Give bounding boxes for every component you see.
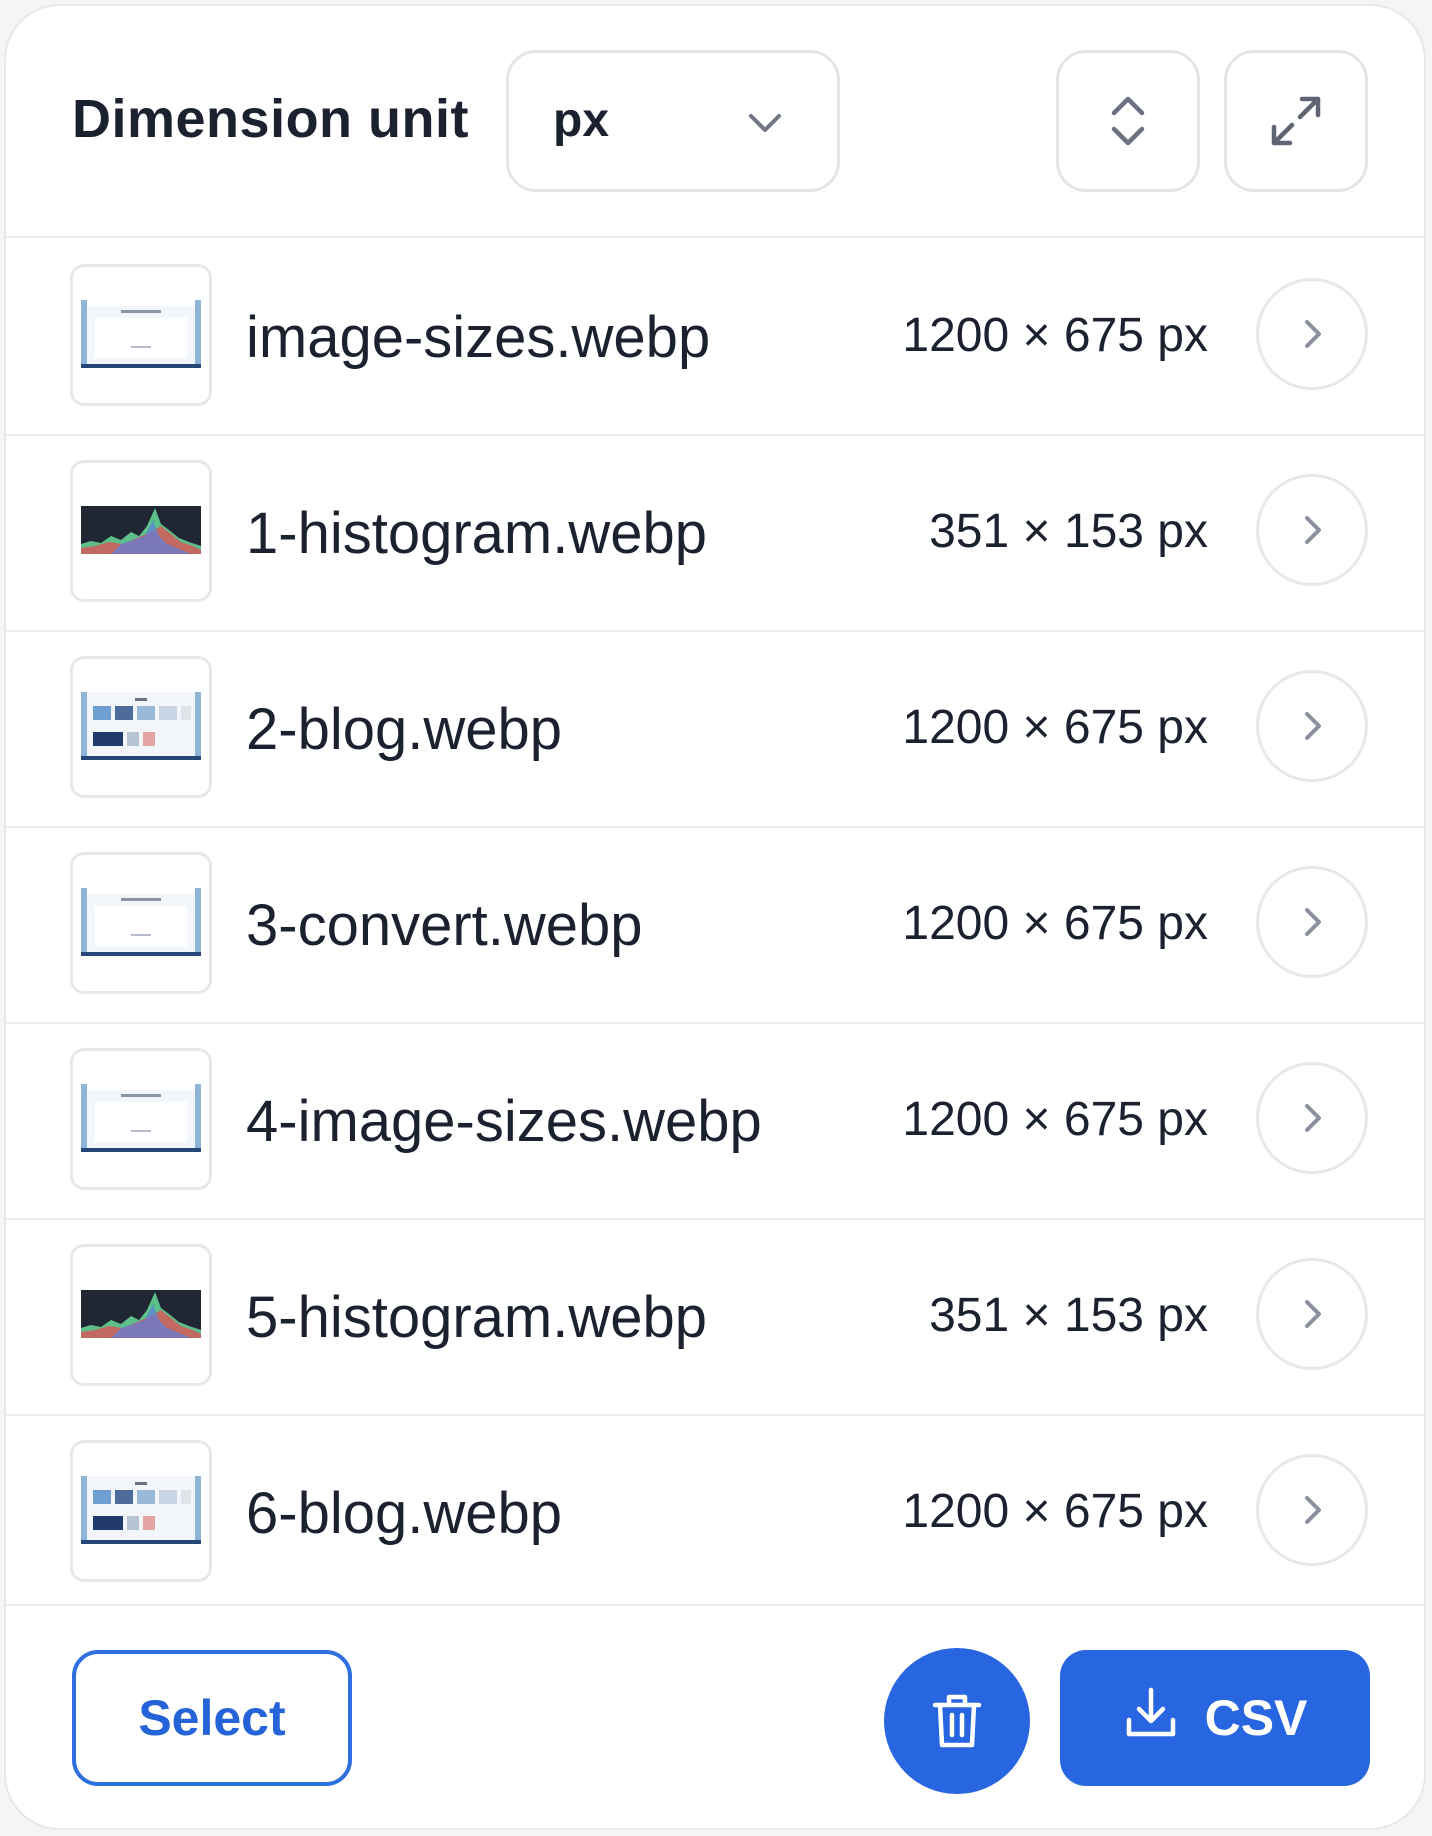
file-row[interactable]: image-sizes.webp 1200 × 675 px — [6, 238, 1424, 436]
dimension-unit-select[interactable]: px — [506, 50, 840, 192]
file-dimensions: 351 × 153 px — [929, 505, 1208, 558]
file-name: image-sizes.webp — [246, 305, 711, 370]
file-name: 1-histogram.webp — [246, 501, 707, 566]
file-thumbnail — [70, 264, 212, 406]
expand-button[interactable] — [1224, 50, 1368, 192]
download-icon — [1123, 1684, 1179, 1752]
csv-label: CSV — [1204, 1690, 1308, 1746]
file-name: 4-image-sizes.webp — [246, 1089, 762, 1154]
file-dimensions: 1200 × 675 px — [902, 1093, 1208, 1146]
file-row[interactable]: 6-blog.webp 1200 × 675 px — [6, 1414, 1424, 1612]
open-file-button[interactable] — [1256, 278, 1368, 390]
dimension-unit-label: Dimension unit — [72, 89, 469, 149]
open-file-button[interactable] — [1256, 1062, 1368, 1174]
open-file-button[interactable] — [1256, 670, 1368, 782]
file-row[interactable]: 4-image-sizes.webp 1200 × 675 px — [6, 1022, 1424, 1220]
select-button[interactable]: Select — [72, 1650, 352, 1786]
file-row[interactable]: 1-histogram.webp 351 × 153 px — [6, 434, 1424, 632]
file-name: 3-convert.webp — [246, 893, 643, 958]
dimension-unit-value: px — [553, 94, 610, 147]
open-file-button[interactable] — [1256, 1258, 1368, 1370]
file-row[interactable]: 2-blog.webp 1200 × 675 px — [6, 630, 1424, 828]
file-dimensions: 1200 × 675 px — [902, 897, 1208, 950]
file-thumbnail — [70, 852, 212, 994]
sort-button[interactable] — [1056, 50, 1200, 192]
file-dimensions: 1200 × 675 px — [902, 309, 1208, 362]
file-thumbnail — [70, 1440, 212, 1582]
open-file-button[interactable] — [1256, 1454, 1368, 1566]
image-dimensions-panel: Dimension unit px image-sizes.webp 1200 ×… — [4, 4, 1426, 1830]
file-row[interactable]: 3-convert.webp 1200 × 675 px — [6, 826, 1424, 1024]
open-file-button[interactable] — [1256, 474, 1368, 586]
open-file-button[interactable] — [1256, 866, 1368, 978]
file-row[interactable]: 5-histogram.webp 351 × 153 px — [6, 1218, 1424, 1416]
download-csv-button[interactable]: CSV — [1060, 1650, 1370, 1786]
file-name: 6-blog.webp — [246, 1481, 562, 1546]
panel-footer: Select CSV — [6, 1604, 1424, 1828]
file-name: 2-blog.webp — [246, 697, 562, 762]
chevron-down-icon — [745, 103, 785, 148]
file-thumbnail — [70, 656, 212, 798]
panel-header: Dimension unit px — [6, 6, 1424, 238]
file-thumbnail — [70, 460, 212, 602]
file-dimensions: 351 × 153 px — [929, 1289, 1208, 1342]
file-dimensions: 1200 × 675 px — [902, 701, 1208, 754]
file-thumbnail — [70, 1048, 212, 1190]
delete-button[interactable] — [884, 1648, 1030, 1794]
file-name: 5-histogram.webp — [246, 1285, 707, 1350]
file-dimensions: 1200 × 675 px — [902, 1485, 1208, 1538]
file-thumbnail — [70, 1244, 212, 1386]
